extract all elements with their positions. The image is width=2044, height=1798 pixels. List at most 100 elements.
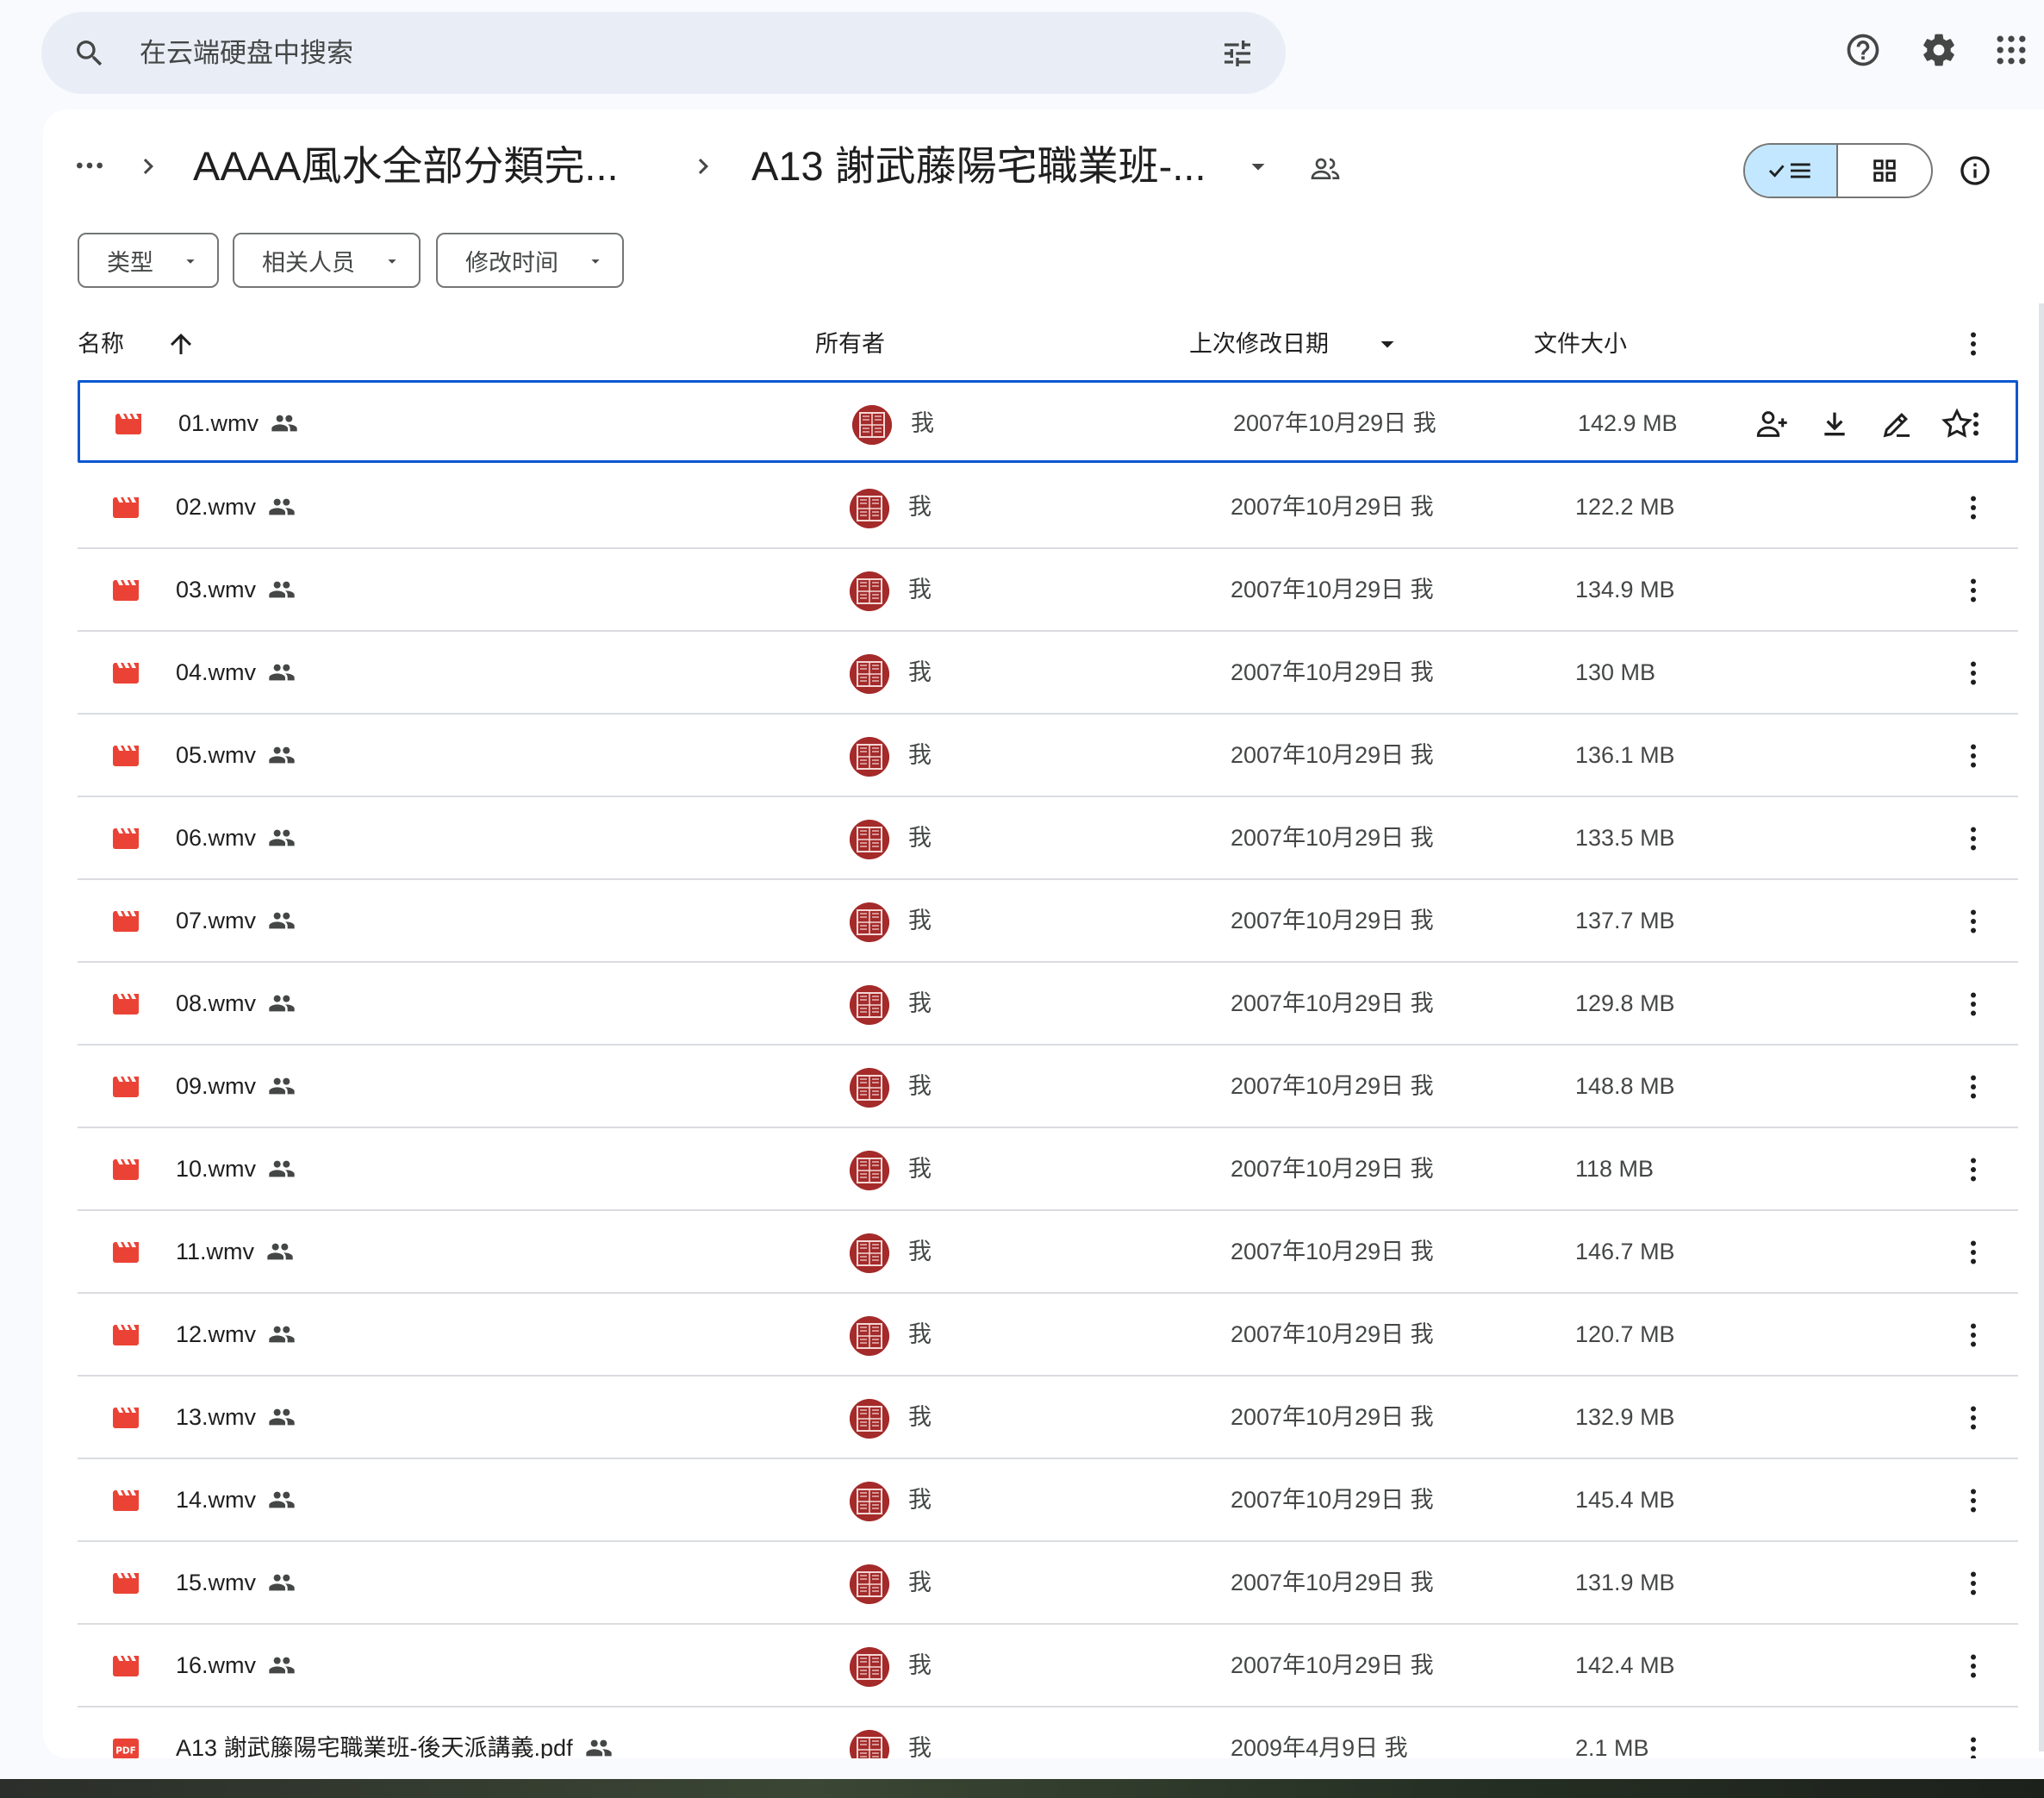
more-vertical-icon[interactable]: [1958, 1320, 1989, 1351]
scrollbar[interactable]: [2039, 303, 2044, 1751]
shared-people-icon: [269, 664, 295, 681]
chevron-down-icon[interactable]: [1372, 328, 1403, 359]
more-vertical-icon[interactable]: [1958, 658, 1989, 689]
column-name-header[interactable]: 名称: [78, 313, 124, 375]
file-size: 132.9 MB: [1575, 1404, 1675, 1430]
table-row[interactable]: 01.wmv 我 2007年10月29日 我 142.9 MB: [78, 380, 2018, 463]
filter-modified-chip[interactable]: 修改时间: [436, 233, 624, 288]
list-view-button[interactable]: [1745, 145, 1838, 197]
file-name[interactable]: 07.wmv: [176, 880, 256, 961]
download-icon[interactable]: [1817, 407, 1852, 441]
file-name[interactable]: 05.wmv: [176, 715, 256, 796]
chevron-down-icon[interactable]: [1243, 151, 1274, 182]
rename-pencil-icon[interactable]: [1879, 407, 1914, 441]
more-vertical-icon[interactable]: [1958, 1154, 1989, 1185]
more-vertical-icon[interactable]: [1958, 1651, 1989, 1682]
video-file-icon: [113, 828, 139, 849]
table-row[interactable]: 10.wmv 我 2007年10月29日 我 118 MB: [78, 1128, 2018, 1211]
table-row[interactable]: 03.wmv 我 2007年10月29日 我 134.9 MB: [78, 549, 2018, 632]
table-row[interactable]: 14.wmv 我 2007年10月29日 我 145.4 MB: [78, 1459, 2018, 1542]
file-name[interactable]: 13.wmv: [176, 1377, 256, 1458]
more-vertical-icon[interactable]: [1958, 823, 1989, 854]
gear-icon[interactable]: [1920, 31, 1958, 69]
more-vertical-icon[interactable]: [1958, 740, 1989, 771]
check-list-icon: [1768, 163, 1810, 178]
shared-people-icon: [269, 1491, 295, 1508]
avatar: [852, 405, 892, 445]
grid-icon: [1873, 159, 1896, 182]
modified-date: 2007年10月29日 我: [1231, 825, 1434, 851]
shared-people-icon: [271, 415, 297, 432]
arrow-up-icon[interactable]: [165, 328, 196, 359]
more-vertical-icon[interactable]: [1958, 1071, 1989, 1102]
file-name[interactable]: 14.wmv: [176, 1459, 256, 1540]
table-row[interactable]: 02.wmv 我 2007年10月29日 我 122.2 MB: [78, 466, 2018, 549]
avatar: [850, 1068, 889, 1108]
owner-name: 我: [908, 825, 932, 851]
more-vertical-icon[interactable]: [1958, 328, 1989, 359]
file-size: 136.1 MB: [1575, 742, 1675, 768]
more-vertical-icon[interactable]: [1958, 492, 1989, 523]
file-name[interactable]: 11.wmv: [176, 1211, 254, 1292]
file-size: 145.4 MB: [1575, 1487, 1675, 1513]
owner-name: 我: [908, 659, 932, 685]
table-row[interactable]: 05.wmv 我 2007年10月29日 我 136.1 MB: [78, 715, 2018, 797]
file-name[interactable]: 02.wmv: [176, 466, 256, 547]
tune-icon[interactable]: [1220, 36, 1255, 71]
table-row[interactable]: 13.wmv 我 2007年10月29日 我 132.9 MB: [78, 1377, 2018, 1459]
file-name[interactable]: 15.wmv: [176, 1542, 256, 1623]
file-name[interactable]: 06.wmv: [176, 797, 256, 878]
column-modified-header[interactable]: 上次修改日期: [1189, 313, 1329, 375]
info-icon[interactable]: [1958, 153, 1992, 188]
file-size: 131.9 MB: [1575, 1570, 1675, 1595]
table-row[interactable]: 11.wmv 我 2007年10月29日 我 146.7 MB: [78, 1211, 2018, 1294]
more-vertical-icon[interactable]: [1958, 1485, 1989, 1516]
file-name[interactable]: 16.wmv: [176, 1625, 256, 1706]
video-file-icon: [113, 1408, 139, 1428]
table-row[interactable]: 09.wmv 我 2007年10月29日 我 148.8 MB: [78, 1046, 2018, 1128]
file-name[interactable]: 10.wmv: [176, 1128, 256, 1209]
more-vertical-icon[interactable]: [1958, 1237, 1989, 1268]
filter-type-chip[interactable]: 类型: [78, 233, 219, 288]
avatar: [850, 985, 889, 1025]
breadcrumb-item[interactable]: AAAA風水全部分類完...: [193, 140, 619, 192]
file-name[interactable]: 09.wmv: [176, 1046, 256, 1127]
table-row[interactable]: 12.wmv 我 2007年10月29日 我 120.7 MB: [78, 1294, 2018, 1377]
video-file-icon: [113, 1242, 139, 1263]
search-input[interactable]: 在云端硬盘中搜索: [140, 12, 353, 94]
table-row[interactable]: 06.wmv 我 2007年10月29日 我 133.5 MB: [78, 797, 2018, 880]
file-name[interactable]: 01.wmv: [178, 383, 259, 464]
column-owner-header[interactable]: 所有者: [815, 313, 885, 375]
filter-people-chip[interactable]: 相关人员: [233, 233, 421, 288]
file-name[interactable]: 04.wmv: [176, 632, 256, 713]
more-vertical-icon[interactable]: [1958, 906, 1989, 937]
help-icon[interactable]: [1844, 31, 1882, 69]
search-bar[interactable]: 在云端硬盘中搜索: [41, 12, 1286, 94]
file-size: 137.7 MB: [1575, 908, 1675, 933]
owner-name: 我: [908, 1239, 932, 1264]
share-icon[interactable]: [1755, 407, 1790, 441]
shared-people-icon: [267, 1243, 293, 1260]
shared-folder-icon[interactable]: [1308, 151, 1343, 185]
more-vertical-icon[interactable]: [1958, 575, 1989, 606]
more-vertical-icon[interactable]: [1958, 1402, 1989, 1433]
star-icon[interactable]: [1940, 407, 1974, 441]
table-row[interactable]: 07.wmv 我 2007年10月29日 我 137.7 MB: [78, 880, 2018, 963]
table-row[interactable]: 15.wmv 我 2007年10月29日 我 131.9 MB: [78, 1542, 2018, 1625]
more-horizontal-icon[interactable]: [72, 148, 107, 183]
more-vertical-icon[interactable]: [1958, 1568, 1989, 1599]
apps-grid-icon[interactable]: [1992, 31, 2030, 69]
file-name[interactable]: 08.wmv: [176, 963, 256, 1044]
table-row[interactable]: 08.wmv 我 2007年10月29日 我 129.8 MB: [78, 963, 2018, 1046]
column-size-header[interactable]: 文件大小: [1534, 313, 1627, 375]
owner-name: 我: [908, 1404, 932, 1430]
grid-view-button[interactable]: [1838, 145, 1931, 197]
breadcrumb-current-folder[interactable]: A13 謝武藤陽宅職業班-...: [751, 140, 1206, 192]
more-vertical-icon[interactable]: [1958, 989, 1989, 1020]
file-name[interactable]: 12.wmv: [176, 1294, 256, 1375]
chip-label: 修改时间: [465, 249, 558, 276]
table-row[interactable]: 16.wmv 我 2007年10月29日 我 142.4 MB: [78, 1625, 2018, 1707]
file-name[interactable]: 03.wmv: [176, 549, 256, 630]
table-row[interactable]: 04.wmv 我 2007年10月29日 我 130 MB: [78, 632, 2018, 715]
search-icon[interactable]: [72, 36, 107, 71]
